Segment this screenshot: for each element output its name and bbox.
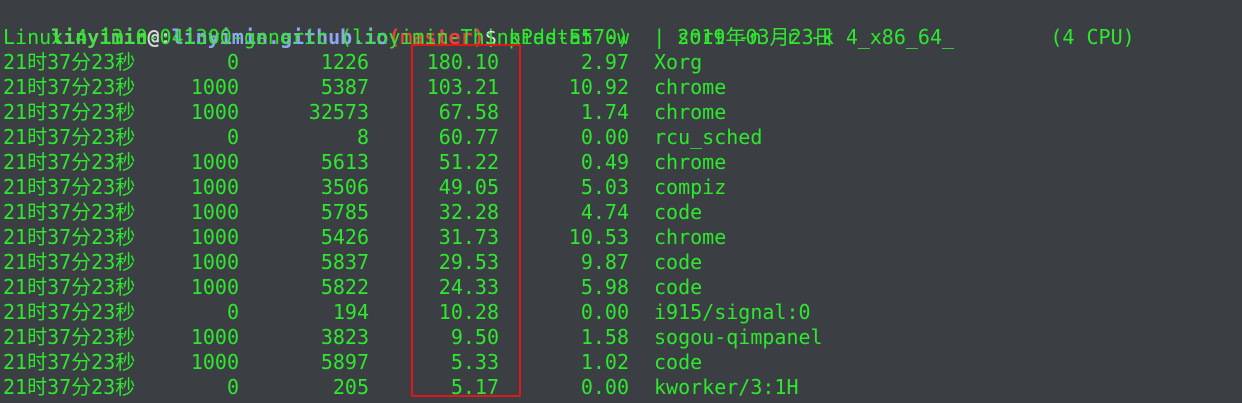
pid-cell: 8 — [356, 125, 369, 149]
command-cell: chrome — [654, 75, 727, 99]
uid-cell: 1000 — [190, 75, 239, 99]
time-cell: 21时37分23秒 — [3, 375, 136, 399]
command-cell: code — [654, 250, 703, 274]
table-row: 21时37分23秒 1000 5387 103.21 10.92 chrome — [3, 75, 1233, 100]
time-cell: 21时37分23秒 — [3, 275, 136, 299]
time-cell: 21时37分23秒 — [3, 75, 136, 99]
pid-cell: 205 — [332, 375, 369, 399]
table-row: 21时37分23秒 1000 3506 49.05 5.03 compiz — [3, 175, 1233, 200]
table-row: 21时37分23秒 1000 3823 9.50 1.58 sogou-qimpanel — [3, 325, 1233, 350]
pid-cell: 5822 — [320, 275, 369, 299]
table-row: 21时37分23秒 1000 32573 67.58 1.74 chrome — [3, 100, 1233, 125]
uid-cell: 0 — [226, 300, 239, 324]
table-row: 21时37分23秒 1000 5897 5.33 1.02 code — [3, 350, 1233, 375]
uid-cell: 1000 — [190, 225, 239, 249]
command-cell: Xorg — [654, 50, 703, 74]
pid-cell: 3823 — [320, 325, 369, 349]
table-row: 21时37分23秒 1000 5426 31.73 10.53 chrome — [3, 225, 1233, 250]
time-cell: 21时37分23秒 — [3, 225, 136, 249]
table-row: 21时37分23秒 1000 5837 29.53 9.87 code — [3, 250, 1233, 275]
command-cell: kworker/3:1H — [654, 375, 799, 399]
time-cell: 21时37分23秒 — [3, 50, 136, 74]
command-cell: chrome — [654, 100, 727, 124]
command-cell: chrome — [654, 150, 727, 174]
table-row: 21时37分23秒 0 205 5.17 0.00 kworker/3:1H — [3, 375, 1233, 400]
uid-cell: 1000 — [190, 100, 239, 124]
table-row: 21时37分23秒 1000 5785 32.28 4.74 code — [3, 200, 1233, 225]
uid-cell: 0 — [226, 50, 239, 74]
command-cell: code — [654, 275, 703, 299]
command-cell: compiz — [654, 175, 727, 199]
command-cell: sogou-qimpanel — [654, 325, 823, 349]
system-info-line: Linux 4.13.0-041300-generic (linyimin-Th… — [3, 25, 1135, 49]
uid-cell: 1000 — [190, 350, 239, 374]
time-cell: 21时37分23秒 — [3, 200, 136, 224]
pid-cell: 5426 — [320, 225, 369, 249]
table-row: 21时37分23秒 1000 5613 51.22 0.49 chrome — [3, 150, 1233, 175]
uid-cell: 1000 — [190, 275, 239, 299]
uid-cell: 1000 — [190, 325, 239, 349]
table-row: 21时37分23秒 0 1226 180.10 2.97 Xorg — [3, 50, 1233, 75]
command-cell: code — [654, 350, 703, 374]
terminal-window[interactable]: linyimin@:linyimin.github.io(master)$ pi… — [0, 0, 1242, 403]
pid-cell: 5785 — [320, 200, 369, 224]
pid-cell: 5387 — [320, 75, 369, 99]
pid-cell: 1226 — [320, 50, 369, 74]
time-cell: 21时37分23秒 — [3, 300, 136, 324]
pid-cell: 5613 — [320, 150, 369, 174]
uid-cell: 1000 — [190, 175, 239, 199]
pid-cell: 194 — [332, 300, 369, 324]
command-cell: rcu_sched — [654, 125, 763, 149]
time-cell: 21时37分23秒 — [3, 150, 136, 174]
command-cell: i915/signal:0 — [654, 300, 811, 324]
pid-cell: 32573 — [308, 100, 369, 124]
table-row: 21时37分23秒 1000 5822 24.33 5.98 code — [3, 275, 1233, 300]
table-row: 21时37分23秒 0 194 10.28 0.00 i915/signal:0 — [3, 300, 1233, 325]
prompt-line: linyimin@:linyimin.github.io(master)$ pi… — [3, 0, 858, 49]
time-cell: 21时37分23秒 — [3, 175, 136, 199]
uid-cell: 1000 — [190, 250, 239, 274]
cswch-highlight-box — [411, 44, 521, 397]
command-cell: chrome — [654, 225, 727, 249]
uid-cell: 0 — [226, 125, 239, 149]
command-cell: code — [654, 200, 703, 224]
uid-cell: 0 — [226, 375, 239, 399]
time-cell: 21时37分23秒 — [3, 350, 136, 374]
uid-cell: 1000 — [190, 200, 239, 224]
pid-cell: 3506 — [320, 175, 369, 199]
pid-cell: 5897 — [320, 350, 369, 374]
time-cell: 21时37分23秒 — [3, 250, 136, 274]
time-cell: 21时37分23秒 — [3, 325, 136, 349]
time-cell: 21时37分23秒 — [3, 100, 136, 124]
pid-cell: 5837 — [320, 250, 369, 274]
table-row: 21时37分23秒 0 8 60.77 0.00 rcu_sched — [3, 125, 1233, 150]
time-cell: 21时37分23秒 — [3, 125, 136, 149]
uid-cell: 1000 — [190, 150, 239, 174]
